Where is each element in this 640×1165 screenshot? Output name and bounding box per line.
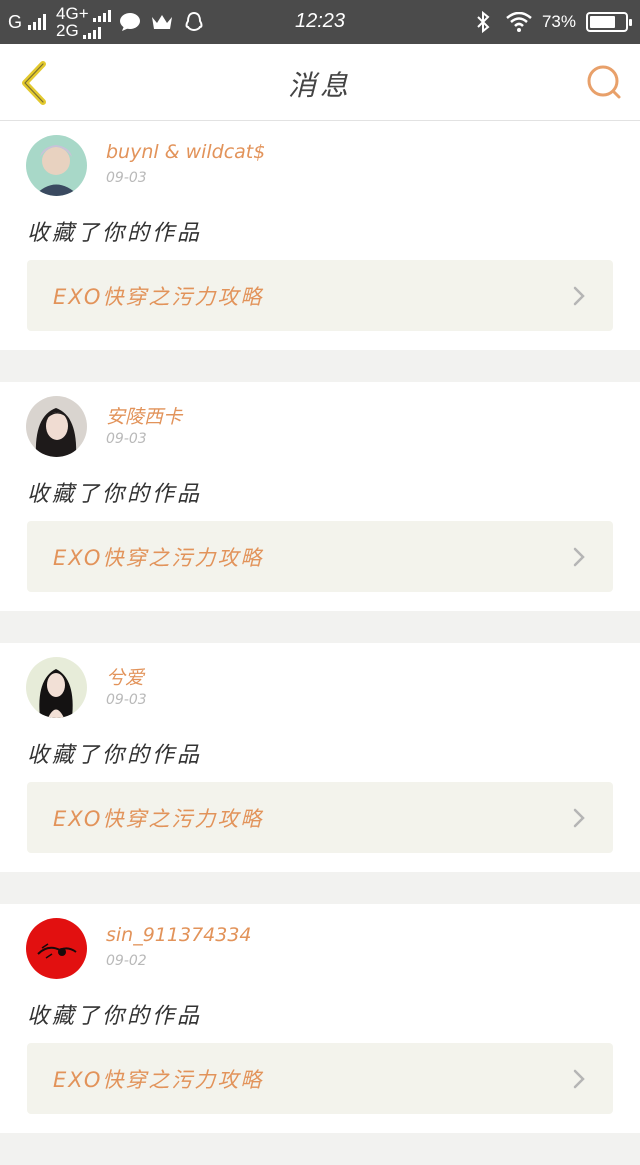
work-link[interactable]: EXO快穿之污力攻略 xyxy=(27,260,613,331)
battery-icon xyxy=(586,12,632,32)
avatar[interactable] xyxy=(26,918,87,979)
wifi-icon xyxy=(506,10,532,34)
avatar[interactable] xyxy=(26,135,87,196)
work-link[interactable]: EXO快穿之污力攻略 xyxy=(27,782,613,853)
username[interactable]: 兮爱 xyxy=(106,663,144,690)
chevron-right-icon xyxy=(573,808,585,828)
battery-percent: 73% xyxy=(541,12,576,31)
message-date: 09-03 xyxy=(106,431,147,447)
nav-bar: 消息 xyxy=(0,44,640,121)
work-title: EXO快穿之污力攻略 xyxy=(53,545,264,570)
battery-fill xyxy=(590,16,615,28)
message-list: buynl & wildcat$ 09-03 收藏了你的作品 EXO快穿之污力攻… xyxy=(0,121,640,1165)
status-bar: G 4G+ 2G 12:23 73% xyxy=(0,0,640,44)
work-title: EXO快穿之污力攻略 xyxy=(53,806,264,831)
chevron-right-icon xyxy=(573,1069,585,1089)
message-card: 安陵西卡 09-03 收藏了你的作品 EXO快穿之污力攻略 xyxy=(0,382,640,611)
search-icon xyxy=(587,65,621,99)
work-link[interactable]: EXO快穿之污力攻略 xyxy=(27,1043,613,1114)
username[interactable]: sin_911374334 xyxy=(106,924,252,946)
chevron-right-icon xyxy=(573,286,585,306)
message-date: 09-02 xyxy=(106,953,147,969)
bluetooth-icon xyxy=(470,10,496,34)
message-card: buynl & wildcat$ 09-03 收藏了你的作品 EXO快穿之污力攻… xyxy=(0,121,640,350)
avatar[interactable] xyxy=(26,657,87,718)
work-title: EXO快穿之污力攻略 xyxy=(53,284,264,309)
action-text: 收藏了你的作品 xyxy=(27,743,203,768)
action-text: 收藏了你的作品 xyxy=(27,1004,203,1029)
message-card: 兮爱 09-03 收藏了你的作品 EXO快穿之污力攻略 xyxy=(0,643,640,872)
username[interactable]: 安陵西卡 xyxy=(106,402,182,429)
message-card: sin_911374334 09-02 收藏了你的作品 EXO快穿之污力攻略 xyxy=(0,904,640,1133)
status-right-group: 73% xyxy=(470,0,632,44)
work-title: EXO快穿之污力攻略 xyxy=(53,1067,264,1092)
work-link[interactable]: EXO快穿之污力攻略 xyxy=(27,521,613,592)
username[interactable]: buynl & wildcat$ xyxy=(106,141,265,163)
message-date: 09-03 xyxy=(106,170,147,186)
chevron-right-icon xyxy=(573,547,585,567)
message-date: 09-03 xyxy=(106,692,147,708)
avatar[interactable] xyxy=(26,396,87,457)
page-title: 消息 xyxy=(287,69,352,102)
search-button[interactable] xyxy=(584,62,626,104)
action-text: 收藏了你的作品 xyxy=(27,482,203,507)
action-text: 收藏了你的作品 xyxy=(27,221,203,246)
